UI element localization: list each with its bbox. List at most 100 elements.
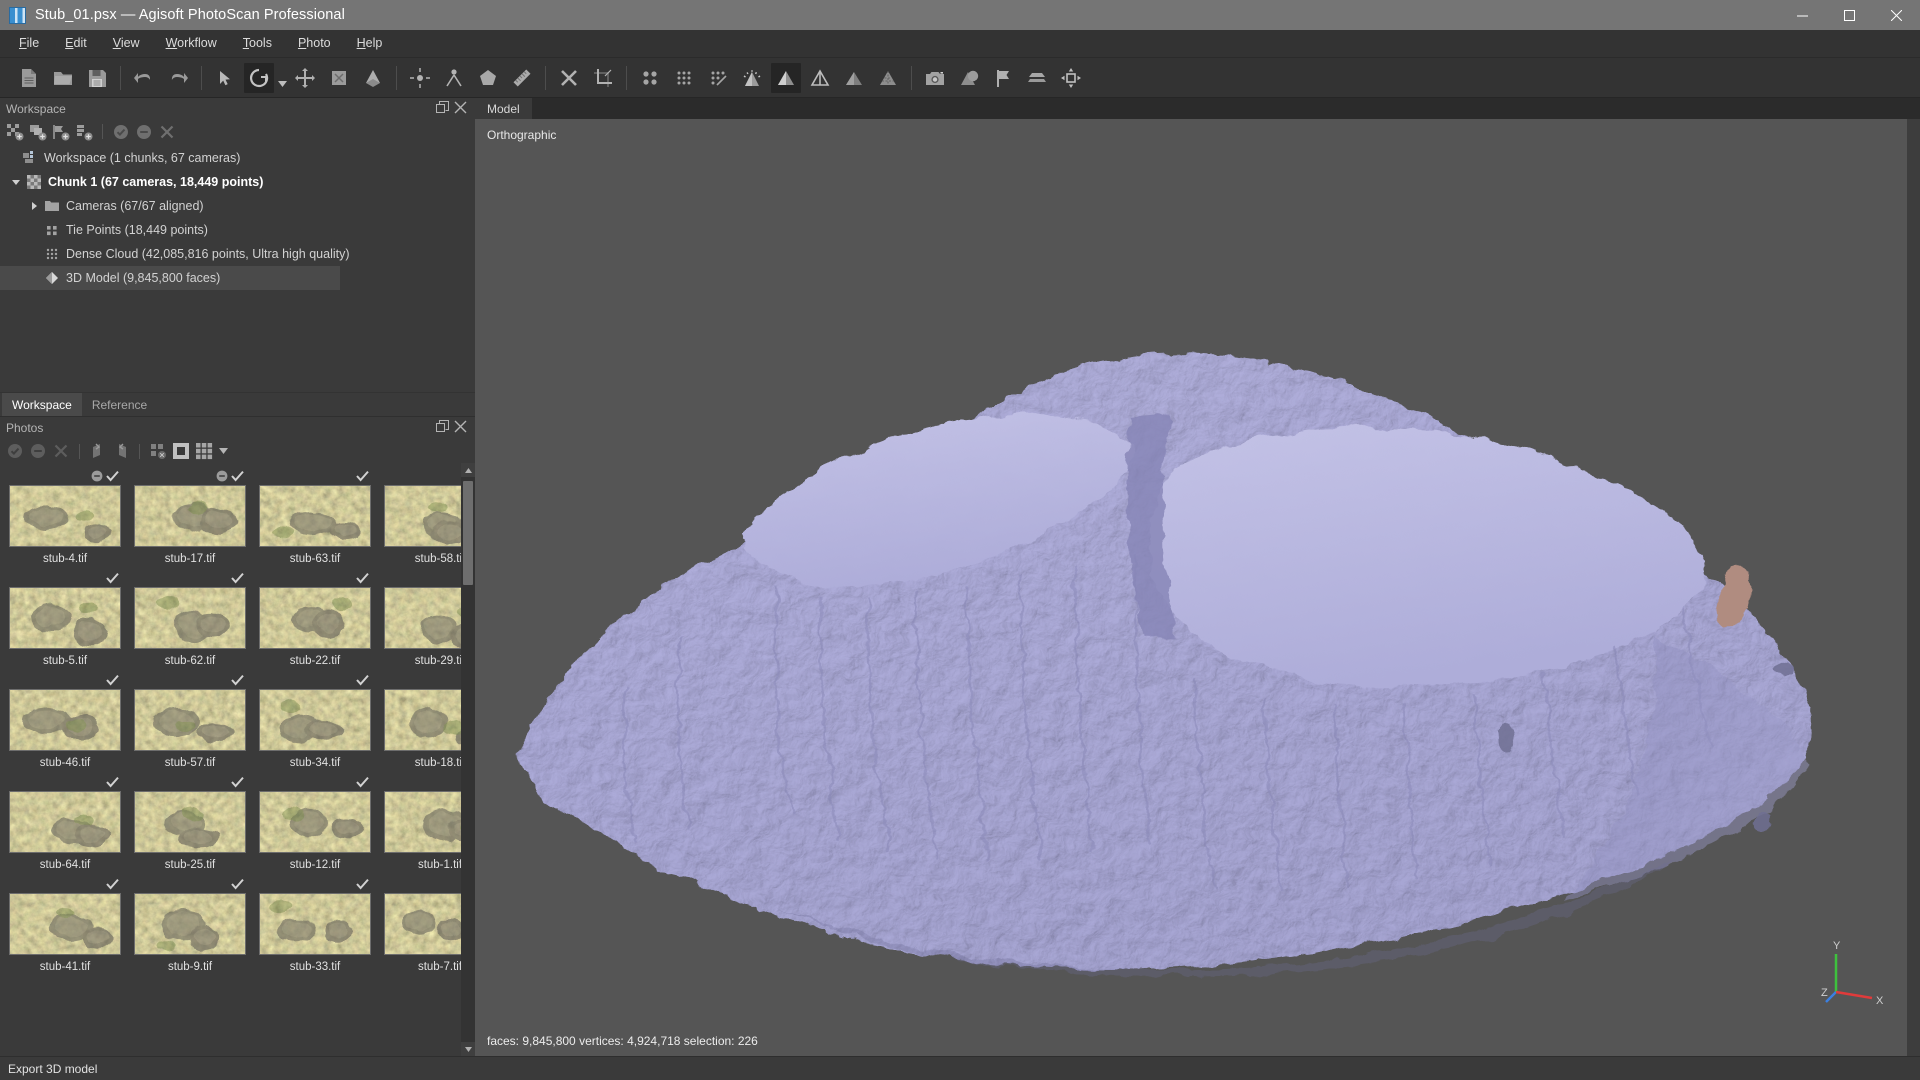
minimize-button[interactable]: [1779, 0, 1826, 30]
photos-float-icon[interactable]: [436, 420, 449, 436]
tab-workspace[interactable]: Workspace: [2, 393, 82, 416]
ruler-icon[interactable]: [507, 63, 537, 93]
photo-cell[interactable]: stub-9.tif: [134, 878, 246, 977]
move-object-icon[interactable]: [290, 63, 320, 93]
open-folder-icon[interactable]: [48, 63, 78, 93]
add-markers-icon[interactable]: [51, 122, 71, 142]
tree-row-dense-cloud[interactable]: Dense Cloud (42,085,816 points, Ultra hi…: [0, 242, 475, 266]
tree-arrow-collapsed-icon[interactable]: [26, 201, 42, 211]
dense-cloud-icon[interactable]: [669, 63, 699, 93]
photo-thumbnail[interactable]: [9, 893, 121, 955]
photos-scrollbar-thumb[interactable]: [463, 481, 473, 585]
menu-file[interactable]: File: [6, 32, 52, 55]
menu-tools[interactable]: Tools: [230, 32, 285, 55]
rotate-right-icon[interactable]: [111, 441, 131, 461]
select-arrow-icon[interactable]: [210, 63, 240, 93]
tree-row-tie-points[interactable]: Tie Points (18,449 points): [0, 218, 475, 242]
mesh-confidence-icon[interactable]: [737, 63, 767, 93]
redo-icon[interactable]: [163, 63, 193, 93]
viewport-scrollbar[interactable]: [1907, 119, 1920, 1056]
photo-thumbnail[interactable]: [9, 689, 121, 751]
tab-model[interactable]: Model: [475, 98, 532, 119]
maximize-button[interactable]: [1826, 0, 1873, 30]
textured-model-icon[interactable]: [873, 63, 903, 93]
layers-icon[interactable]: [1022, 63, 1052, 93]
photos-enable-icon[interactable]: [5, 441, 25, 461]
reset-view-icon[interactable]: [1056, 63, 1086, 93]
dropdown-caret-icon[interactable]: [217, 441, 229, 461]
rotate-object-dropdown-caret-icon[interactable]: [276, 63, 288, 93]
menu-view[interactable]: View: [100, 32, 153, 55]
photos-close-icon[interactable]: [454, 420, 467, 436]
toggle-mask-icon[interactable]: [171, 441, 191, 461]
thumbnail-size-icon[interactable]: [194, 441, 214, 461]
delete-selection-icon[interactable]: [554, 63, 584, 93]
shaded-model-icon[interactable]: [771, 62, 801, 93]
photo-thumbnail[interactable]: [259, 689, 371, 751]
classified-cloud-icon[interactable]: [703, 63, 733, 93]
photo-cell[interactable]: stub-25.tif: [134, 776, 246, 875]
photos-disable-icon[interactable]: [28, 441, 48, 461]
menu-help[interactable]: Help: [344, 32, 396, 55]
add-photos-icon[interactable]: [28, 122, 48, 142]
photo-thumbnail[interactable]: [134, 791, 246, 853]
photo-cell[interactable]: stub-62.tif: [134, 572, 246, 671]
add-scalebar-icon[interactable]: [74, 122, 94, 142]
photo-cell[interactable]: stub-12.tif: [259, 776, 371, 875]
photos-scrollbar[interactable]: [461, 463, 475, 1056]
tree-row-chunk[interactable]: Chunk 1 (67 cameras, 18,449 points): [0, 170, 475, 194]
photos-remove-icon[interactable]: [51, 441, 71, 461]
photo-thumbnail[interactable]: [134, 689, 246, 751]
photo-cell[interactable]: stub-46.tif: [9, 674, 121, 773]
flag-icon[interactable]: [988, 63, 1018, 93]
photo-thumbnail[interactable]: [134, 485, 246, 547]
photo-thumbnail[interactable]: [9, 791, 121, 853]
photo-cell[interactable]: stub-4.tif: [9, 470, 121, 569]
solid-model-icon[interactable]: [839, 63, 869, 93]
tab-reference[interactable]: Reference: [82, 393, 157, 416]
place-scalebar-icon[interactable]: [439, 63, 469, 93]
menu-edit[interactable]: Edit: [52, 32, 100, 55]
photo-thumbnail[interactable]: [259, 893, 371, 955]
place-marker-icon[interactable]: [405, 63, 435, 93]
resize-region-icon[interactable]: [324, 63, 354, 93]
photo-cell[interactable]: stub-41.tif: [9, 878, 121, 977]
tree-row-3d-model[interactable]: 3D Model (9,845,800 faces): [0, 266, 340, 290]
photo-thumbnail[interactable]: [259, 485, 371, 547]
undo-icon[interactable]: [129, 63, 159, 93]
disable-icon[interactable]: [134, 122, 154, 142]
photo-thumbnail[interactable]: [134, 893, 246, 955]
point-cloud-icon[interactable]: [635, 63, 665, 93]
scroll-down-arrow-icon[interactable]: [461, 1042, 475, 1056]
photo-cell[interactable]: stub-17.tif: [134, 470, 246, 569]
photo-cell[interactable]: stub-33.tif: [259, 878, 371, 977]
tree-row-cameras[interactable]: Cameras (67/67 aligned): [0, 194, 475, 218]
close-button[interactable]: [1873, 0, 1920, 30]
rotate-left-icon[interactable]: [88, 441, 108, 461]
shapes-icon[interactable]: [473, 63, 503, 93]
photo-thumbnail[interactable]: [134, 587, 246, 649]
photo-cell[interactable]: stub-5.tif: [9, 572, 121, 671]
dem-icon[interactable]: [954, 63, 984, 93]
photo-thumbnail[interactable]: [9, 587, 121, 649]
model-viewport[interactable]: Orthographic faces: 9,845,800 vertices: …: [475, 119, 1920, 1056]
workspace-close-icon[interactable]: [454, 101, 467, 117]
photo-cell[interactable]: stub-57.tif: [134, 674, 246, 773]
reset-masks-icon[interactable]: [148, 441, 168, 461]
save-icon[interactable]: [82, 63, 112, 93]
camera-snapshot-icon[interactable]: [920, 63, 950, 93]
wireframe-model-icon[interactable]: [805, 63, 835, 93]
photo-thumbnail[interactable]: [9, 485, 121, 547]
workspace-float-icon[interactable]: [436, 101, 449, 117]
tree-arrow-expanded-icon[interactable]: [8, 178, 24, 187]
enable-icon[interactable]: [111, 122, 131, 142]
add-chunk-icon[interactable]: [5, 122, 25, 142]
photo-thumbnail[interactable]: [259, 587, 371, 649]
photo-cell[interactable]: stub-64.tif: [9, 776, 121, 875]
scroll-up-arrow-icon[interactable]: [461, 463, 475, 477]
rotate-object-icon[interactable]: [244, 62, 274, 93]
photo-cell[interactable]: stub-63.tif: [259, 470, 371, 569]
photo-cell[interactable]: stub-34.tif: [259, 674, 371, 773]
menu-photo[interactable]: Photo: [285, 32, 344, 55]
crop-selection-icon[interactable]: [588, 63, 618, 93]
